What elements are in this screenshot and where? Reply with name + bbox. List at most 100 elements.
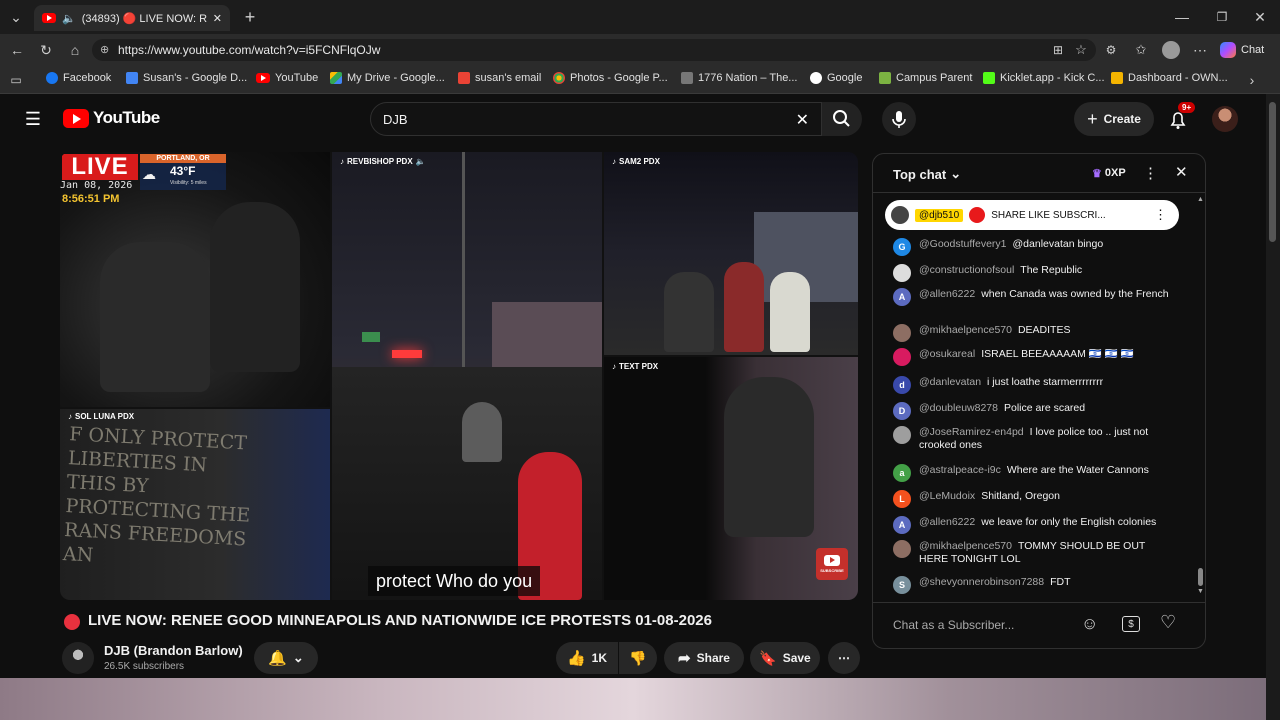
chat-scrollbar[interactable]: ▲ ▼ xyxy=(1195,194,1205,600)
chat-message[interactable]: @osukareal ISRAEL BEEAAAAAM 🇮🇱 🇮🇱 🇮🇱 xyxy=(873,348,1193,366)
chat-mode-dropdown[interactable]: Top chat ⌄ xyxy=(893,166,961,182)
super-chat-icon[interactable]: $ xyxy=(1122,616,1140,632)
bookmark-item[interactable]: Susan's - Google D... xyxy=(126,72,247,84)
chat-author-name[interactable]: @JoseRamirez-en4pd xyxy=(919,426,1024,438)
profile-avatar[interactable] xyxy=(1162,41,1180,59)
chat-author-avatar[interactable]: L xyxy=(893,490,911,508)
clear-search-icon[interactable]: ✕ xyxy=(796,110,809,130)
chat-author-name[interactable]: @mikhaelpence570 xyxy=(919,324,1012,336)
scrollbar-thumb[interactable] xyxy=(1269,102,1276,242)
points-button[interactable]: ♛ 0XP xyxy=(1087,164,1131,182)
scroll-up-icon[interactable]: ▲ xyxy=(1197,196,1204,203)
tab-list-chevron-icon[interactable]: ⌄ xyxy=(6,8,26,26)
chat-message[interactable]: d @danlevatan i just loathe starmerrrrrrrr xyxy=(873,376,1193,394)
chat-author-avatar[interactable] xyxy=(893,264,911,282)
chat-author-avatar[interactable] xyxy=(893,540,911,558)
chat-author-name[interactable]: @Goodstuffevery1 xyxy=(919,238,1007,250)
chat-author-avatar[interactable]: D xyxy=(893,402,911,420)
copilot-chat-button[interactable]: Chat xyxy=(1220,40,1264,60)
chat-scrollbar-thumb[interactable] xyxy=(1198,568,1203,586)
chat-message[interactable]: S @shevyonnerobinson7288 FDT xyxy=(873,576,1193,594)
chat-message[interactable]: G @Goodstuffevery1 @danlevatan bingo xyxy=(873,238,1193,256)
voice-search-button[interactable] xyxy=(882,102,916,136)
more-actions-button[interactable]: ⋯ xyxy=(828,642,860,674)
subscribe-overlay-button[interactable]: SUBSCRIBE xyxy=(816,548,848,580)
chat-message[interactable]: A @allen6222 when Canada was owned by the … xyxy=(873,288,1193,306)
heart-icon[interactable]: ♡ xyxy=(1160,612,1176,633)
chat-author-avatar[interactable]: A xyxy=(893,288,911,306)
chat-message[interactable]: D @doubleuw8278 Police are scared xyxy=(873,402,1193,420)
chat-author-name[interactable]: @constructionofsoul xyxy=(919,264,1014,276)
window-close-icon[interactable]: ✕ xyxy=(1250,8,1270,26)
dislike-button[interactable]: 👎 xyxy=(619,642,657,674)
notifications-button[interactable]: 9+ xyxy=(1166,102,1196,132)
search-input[interactable]: DJB ✕ xyxy=(370,102,822,136)
chat-author-avatar[interactable] xyxy=(893,324,911,342)
pinned-message[interactable]: @djb510 SHARE LIKE SUBSCRI... ⋮ xyxy=(885,200,1179,230)
chat-author-avatar[interactable] xyxy=(893,348,911,366)
pinned-more-icon[interactable]: ⋮ xyxy=(1154,207,1167,223)
chat-author-name[interactable]: @astralpeace-i9c xyxy=(919,464,1001,476)
channel-name[interactable]: DJB (Brandon Barlow) xyxy=(104,643,243,658)
chat-author-name[interactable]: @LeMudoix xyxy=(919,490,975,502)
chat-message[interactable]: @mikhaelpence570 DEADITES xyxy=(873,324,1193,342)
bookmark-item[interactable]: susan's email xyxy=(458,72,541,84)
minimize-icon[interactable]: — xyxy=(1172,8,1192,26)
new-tab-plus-icon[interactable]: + xyxy=(240,7,260,27)
bookmark-item[interactable]: Dashboard - OWN... xyxy=(1111,72,1228,84)
site-info-icon[interactable]: ⊕ xyxy=(100,43,109,56)
chat-author-name[interactable]: @shevyonnerobinson7288 xyxy=(919,576,1044,588)
reading-list-icon[interactable]: ▭ xyxy=(8,72,24,88)
hamburger-menu-icon[interactable]: ☰ xyxy=(22,108,44,130)
chat-author-name[interactable]: @osukareal xyxy=(919,348,975,360)
bookmark-item[interactable]: Campus Parent xyxy=(879,72,972,84)
bookmark-item[interactable]: Facebook xyxy=(46,72,111,84)
channel-avatar[interactable] xyxy=(62,642,94,674)
scroll-down-icon[interactable]: ▼ xyxy=(1197,588,1204,595)
favorite-star-icon[interactable]: ☆ xyxy=(1073,42,1089,58)
chat-author-name[interactable]: @allen6222 xyxy=(919,288,975,300)
close-chat-icon[interactable]: ✕ xyxy=(1175,163,1188,181)
chat-message[interactable]: A @allen6222 we leave for only the English… xyxy=(873,516,1193,534)
bookmark-item[interactable]: Kicklet.app - Kick C... xyxy=(983,72,1105,84)
notification-bell-button[interactable]: 🔔 ⌄ xyxy=(254,642,318,674)
youtube-logo[interactable]: YouTube xyxy=(63,108,160,128)
reload-icon[interactable]: ↻ xyxy=(37,41,55,59)
chat-message[interactable]: @JoseRamirez-en4pd I love police too .. j… xyxy=(873,426,1193,452)
emoji-smiley-icon[interactable]: ☺ xyxy=(1081,614,1098,634)
chat-message[interactable]: @mikhaelpence570 TOMMY SHOULD BE OUT HERE… xyxy=(873,540,1193,566)
bookmark-item[interactable]: My Drive - Google... xyxy=(330,72,445,84)
share-button[interactable]: ➦ Share xyxy=(664,642,744,674)
account-avatar[interactable] xyxy=(1212,106,1238,132)
chat-input[interactable]: Chat as a Subscriber... xyxy=(893,612,1073,638)
chat-author-avatar[interactable]: S xyxy=(893,576,911,594)
bookmark-item[interactable]: Google xyxy=(810,72,862,84)
chat-author-avatar[interactable] xyxy=(893,426,911,444)
restore-icon[interactable]: ❐ xyxy=(1212,8,1232,26)
bookmark-item[interactable]: 1776 Nation – The... xyxy=(681,72,797,84)
address-field[interactable]: ⊕ https://www.youtube.com/watch?v=i5FCNF… xyxy=(92,39,1096,61)
bookmarks-overflow-chevron-icon[interactable]: › xyxy=(1245,72,1259,88)
favorites-icon[interactable]: ✩ xyxy=(1133,42,1149,58)
save-button[interactable]: 🔖 Save xyxy=(750,642,820,674)
speaker-icon[interactable]: 🔈 xyxy=(62,12,76,25)
chat-more-vertical-icon[interactable]: ⋮ xyxy=(1143,164,1158,182)
bookmark-item[interactable]: Photos - Google P... xyxy=(553,72,668,84)
chat-author-name[interactable]: @mikhaelpence570 xyxy=(919,540,1012,552)
chat-author-avatar[interactable]: d xyxy=(893,376,911,394)
bookmark-item[interactable]: YouTube xyxy=(256,72,318,84)
back-icon[interactable]: ← xyxy=(8,41,26,59)
extensions-icon[interactable]: ⚙ xyxy=(1103,42,1119,58)
page-scrollbar[interactable] xyxy=(1266,94,1280,720)
chat-author-avatar[interactable]: G xyxy=(893,238,911,256)
chat-author-name[interactable]: @doubleuw8278 xyxy=(919,402,998,414)
chat-author-avatar[interactable]: a xyxy=(893,464,911,482)
chat-message[interactable]: @constructionofsoul The Republic xyxy=(873,264,1193,282)
chat-message[interactable]: L @LeMudoix Shitland, Oregon xyxy=(873,490,1193,508)
chat-message[interactable]: a @astralpeace-i9c Where are the Water Can… xyxy=(873,464,1193,482)
app-available-icon[interactable]: ⊞ xyxy=(1050,42,1066,58)
more-menu-icon[interactable]: ⋯ xyxy=(1192,42,1208,58)
like-button[interactable]: 👍 1K xyxy=(556,642,618,674)
chat-author-avatar[interactable]: A xyxy=(893,516,911,534)
home-icon[interactable]: ⌂ xyxy=(66,41,84,59)
